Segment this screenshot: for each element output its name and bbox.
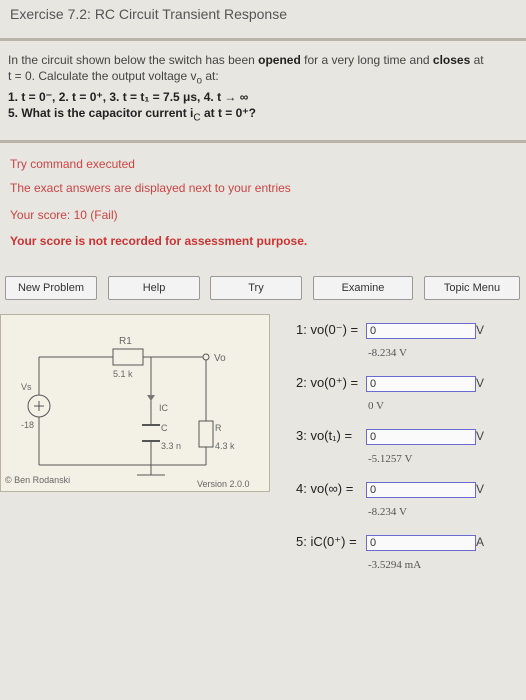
answer-2-exact: 0 V: [368, 400, 384, 412]
exercise-title: Exercise 7.2: RC Circuit Transient Respo…: [10, 6, 287, 22]
label-vs-value: -18: [21, 420, 34, 430]
help-button[interactable]: Help: [108, 276, 200, 300]
answer-4-exact: -8.234 V: [368, 506, 407, 518]
new-problem-button[interactable]: New Problem: [5, 276, 97, 300]
answer-2-input[interactable]: [366, 376, 476, 392]
header-divider: [0, 38, 526, 41]
resistor-r1: [112, 348, 144, 366]
feedback-try-executed: Try command executed: [10, 157, 135, 171]
feedback-score: Your score: 10 (Fail): [10, 208, 118, 222]
problem-text-c: at: [470, 53, 484, 67]
label-c-value: 3.3 n: [161, 441, 181, 451]
author-credit: © Ben Rodanski: [5, 475, 70, 485]
answer-2-unit: V: [476, 376, 485, 390]
circuit-diagram: R1 5.1 k Vo Vs -18 IC C 3.3 n R 4.3 k © …: [0, 314, 270, 492]
label-r-value: 4.3 k: [215, 441, 235, 451]
problem-items: 1. t = 0⁻, 2. t = 0⁺, 3. t = t₁ = 7.5 μs…: [8, 90, 249, 105]
label-r: R: [215, 423, 222, 433]
answer-5-label: 5: iC(0⁺) =: [296, 534, 357, 549]
problem-q5-end: at t = 0⁺?: [200, 106, 256, 121]
ic-arrow: [147, 395, 155, 401]
answer-2-label: 2: vo(0⁺) =: [296, 375, 359, 390]
problem-line2-text: t = 0. Calculate the output voltage v: [8, 69, 197, 83]
feedback-not-recorded: Your score is not recorded for assessmen…: [10, 234, 308, 248]
answer-3-unit: V: [476, 429, 485, 443]
problem-text-b: for a very long time and: [300, 53, 433, 67]
answer-3-label: 3: vo(t₁) =: [296, 428, 353, 443]
problem-line-1: In the circuit shown below the switch ha…: [8, 52, 526, 68]
examine-button[interactable]: Examine: [313, 276, 413, 300]
label-r1: R1: [119, 336, 132, 347]
answer-5-input[interactable]: [366, 535, 476, 551]
problem-closes: closes: [432, 53, 471, 67]
topic-menu-button[interactable]: Topic Menu: [424, 276, 520, 300]
answer-5-exact: -3.5294 mA: [368, 559, 422, 571]
problem-q5-text: 5. What is the capacitor current i: [8, 106, 194, 121]
answer-1-input[interactable]: [366, 323, 476, 339]
answer-4-input[interactable]: [366, 482, 476, 498]
output-terminal: [202, 353, 210, 361]
problem-opened: opened: [258, 53, 301, 67]
feedback-exact-answers: The exact answers are displayed next to …: [10, 181, 291, 195]
label-ic: IC: [159, 403, 169, 413]
label-r1-value: 5.1 k: [113, 369, 133, 379]
answer-1-exact: -8.234 V: [368, 347, 407, 359]
resistor-r: [198, 420, 214, 448]
problem-statement: In the circuit shown below the switch ha…: [8, 52, 526, 127]
answer-3-input[interactable]: [366, 429, 476, 445]
problem-text-a: In the circuit shown below the switch ha…: [8, 53, 259, 67]
try-button[interactable]: Try: [210, 276, 302, 300]
problem-line-2: t = 0. Calculate the output voltage vo a…: [8, 68, 526, 89]
label-vo: Vo: [214, 353, 226, 364]
problem-line2-end: at:: [202, 69, 219, 83]
answer-4-unit: V: [476, 482, 485, 496]
problem-divider: [0, 140, 526, 143]
circuit-schematic: R1 5.1 k Vo Vs -18 IC C 3.3 n R 4.3 k © …: [5, 336, 250, 489]
version-label: Version 2.0.0: [197, 479, 250, 489]
answer-4-label: 4: vo(∞) =: [296, 481, 354, 496]
label-vs: Vs: [21, 382, 32, 392]
answer-3-exact: -5.1257 V: [368, 453, 413, 465]
problem-q5-sub: C: [193, 112, 201, 124]
problem-question-5: 5. What is the capacitor current iC at t…: [8, 105, 526, 126]
answer-1-unit: V: [476, 323, 485, 337]
answer-1-label: 1: vo(0⁻) =: [296, 322, 359, 337]
label-c: C: [161, 423, 168, 433]
answer-5-unit: A: [476, 535, 485, 549]
